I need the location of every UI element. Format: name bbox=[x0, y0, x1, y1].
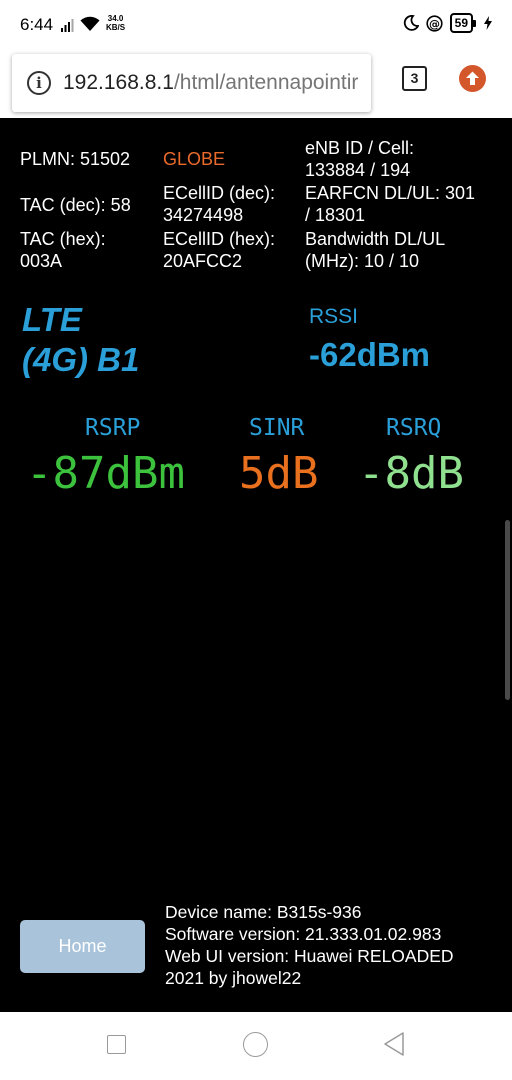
rsrp-label: RSRP bbox=[85, 415, 141, 441]
back-icon[interactable] bbox=[382, 1031, 406, 1057]
home-button[interactable]: Home bbox=[20, 920, 145, 973]
ecellid-hex-info: ECellID (hex): 20AFCC2 bbox=[163, 229, 276, 271]
network-speed: 34.0 KB/S bbox=[106, 14, 126, 32]
scrollbar-thumb[interactable] bbox=[505, 520, 510, 700]
band-indicator: LTE (4G) B1 bbox=[22, 301, 140, 378]
signal-icon bbox=[61, 19, 74, 32]
rsrq-value: -8dB bbox=[358, 448, 464, 499]
tac-dec-text: TAC (dec): 58 bbox=[20, 195, 131, 215]
operator-name: GLOBE bbox=[163, 149, 226, 169]
sinr-value: 5dB bbox=[239, 448, 319, 499]
earfcn-info: EARFCN DL/UL: 301 / 18301 bbox=[305, 183, 476, 225]
moon-icon bbox=[403, 15, 419, 31]
rsrq-label: RSRQ bbox=[386, 415, 442, 441]
status-bar: 6:44 34.0 KB/S @ 59 bbox=[0, 0, 512, 48]
charging-icon bbox=[484, 16, 492, 30]
plmn-text: PLMN: 51502 bbox=[20, 149, 131, 169]
device-info: Device name: B315s-936 Software version:… bbox=[165, 902, 454, 988]
tac-hex-info: TAC (hex): 003A bbox=[20, 229, 106, 271]
battery-icon: 59 bbox=[449, 13, 477, 33]
svg-text:@: @ bbox=[429, 17, 440, 30]
rssi-label: RSSI bbox=[309, 305, 359, 328]
url-text[interactable]: 192.168.8.1/html/antennapointir bbox=[63, 71, 358, 95]
rssi-value: -62dBm bbox=[309, 336, 431, 373]
sinr-label: SINR bbox=[249, 415, 305, 441]
update-icon[interactable] bbox=[459, 65, 486, 92]
rsrp-value: -87dBm bbox=[26, 448, 185, 499]
address-bar[interactable]: i 192.168.8.1/html/antennapointir bbox=[12, 54, 371, 112]
enb-cell-info: eNB ID / Cell: 133884 / 194 bbox=[305, 138, 415, 180]
status-time: 6:44 bbox=[20, 15, 54, 34]
ecellid-dec-info: ECellID (dec): 34274498 bbox=[163, 183, 276, 225]
recents-icon[interactable] bbox=[107, 1035, 126, 1054]
bandwidth-info: Bandwidth DL/UL (MHz): 10 / 10 bbox=[305, 229, 446, 271]
info-icon[interactable]: i bbox=[27, 71, 51, 95]
at-icon: @ bbox=[426, 14, 443, 32]
browser-toolbar: i 192.168.8.1/html/antennapointir bbox=[0, 48, 512, 118]
system-nav-bar bbox=[0, 1012, 512, 1080]
home-icon[interactable] bbox=[243, 1032, 268, 1057]
tab-switcher-icon[interactable]: 3 bbox=[402, 66, 427, 91]
wifi-icon bbox=[80, 16, 100, 31]
